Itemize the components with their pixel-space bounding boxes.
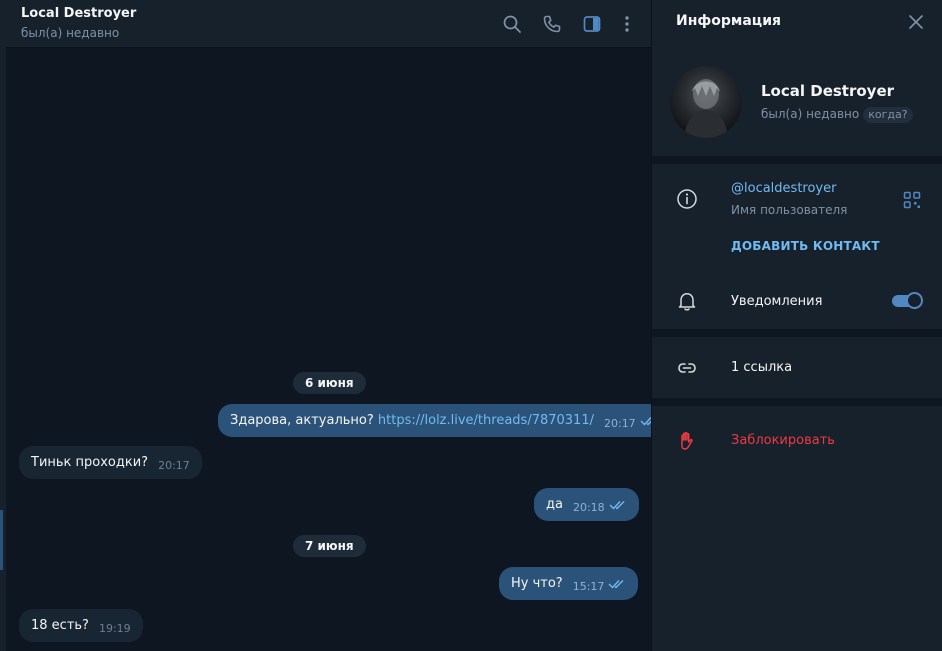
double-check-icon — [608, 569, 626, 602]
close-icon — [909, 15, 923, 29]
toggle-knob — [906, 292, 923, 309]
message-outgoing[interactable]: Здарова, актуально? https://lolz.live/th… — [218, 404, 670, 437]
shared-links-item[interactable]: 1 ссылка — [731, 360, 792, 375]
message-outgoing[interactable]: Ну что? 15:17 — [499, 567, 639, 602]
call-button[interactable] — [540, 12, 564, 36]
info-panel: Информация Local Destroyer был(а) недавн… — [651, 0, 942, 651]
message-text: 18 есть? — [31, 618, 89, 633]
message-incoming[interactable]: Тиньк проходки? 20:17 — [19, 446, 202, 479]
message-text: Ну что? — [511, 576, 563, 591]
search-icon — [503, 15, 521, 33]
message-time: 19:19 — [98, 622, 131, 635]
message-text: да — [546, 497, 563, 512]
active-chat-marker — [0, 510, 3, 570]
date-separator: 6 июня — [293, 372, 366, 394]
sidebar-toggle-button[interactable] — [580, 12, 604, 36]
sidebar-toggle-icon — [583, 16, 601, 32]
username-link[interactable]: @localdestroyer — [731, 181, 836, 196]
when-badge[interactable]: когда? — [863, 107, 913, 123]
avatar-image — [684, 79, 728, 138]
chat-pane: Local Destroyer был(а) недавно 6 июня Зд… — [6, 0, 670, 651]
message-link[interactable]: https://lolz.live/threads/7870311/ — [378, 413, 594, 428]
section-divider — [652, 156, 942, 164]
block-user-button[interactable]: Заблокировать — [731, 433, 835, 448]
chat-title[interactable]: Local Destroyer — [21, 6, 136, 21]
close-info-button[interactable] — [904, 10, 928, 34]
notifications-toggle[interactable] — [892, 292, 923, 310]
date-separator: 7 июня — [293, 535, 366, 557]
info-title: Информация — [676, 13, 781, 29]
qr-code-button[interactable] — [901, 189, 923, 211]
profile-status: был(а) недавно когда? — [761, 107, 913, 123]
message-text: Тиньк проходки? — [31, 455, 149, 470]
message-text: Здарова, актуально? — [230, 413, 378, 428]
link-icon — [676, 357, 698, 379]
more-button[interactable] — [615, 12, 639, 36]
add-contact-button[interactable]: ДОБАВИТЬ КОНТАКТ — [731, 239, 880, 253]
notifications-label: Уведомления — [731, 294, 823, 309]
chat-header: Local Destroyer был(а) недавно — [6, 0, 651, 48]
qr-code-icon — [903, 191, 921, 209]
message-incoming[interactable]: 18 есть? 19:19 — [19, 609, 143, 642]
profile-name: Local Destroyer — [761, 82, 895, 100]
message-time: 15:17 — [572, 580, 605, 593]
message-time: 20:17 — [158, 459, 190, 472]
chat-status: был(а) недавно — [21, 26, 120, 40]
message-outgoing[interactable]: да 20:18 — [534, 488, 639, 521]
double-check-icon — [609, 490, 627, 523]
profile-status-text: был(а) недавно — [761, 107, 860, 121]
more-vertical-icon — [625, 16, 629, 32]
username-label: Имя пользователя — [731, 203, 848, 217]
block-hand-icon — [676, 430, 698, 452]
avatar[interactable] — [670, 66, 742, 138]
info-icon — [676, 188, 698, 210]
message-time: 20:18 — [572, 501, 605, 514]
phone-icon — [543, 15, 561, 33]
section-divider — [652, 398, 942, 406]
message-time: 20:17 — [603, 417, 636, 430]
search-button[interactable] — [500, 12, 524, 36]
bell-icon — [676, 290, 698, 312]
section-divider — [652, 329, 942, 337]
